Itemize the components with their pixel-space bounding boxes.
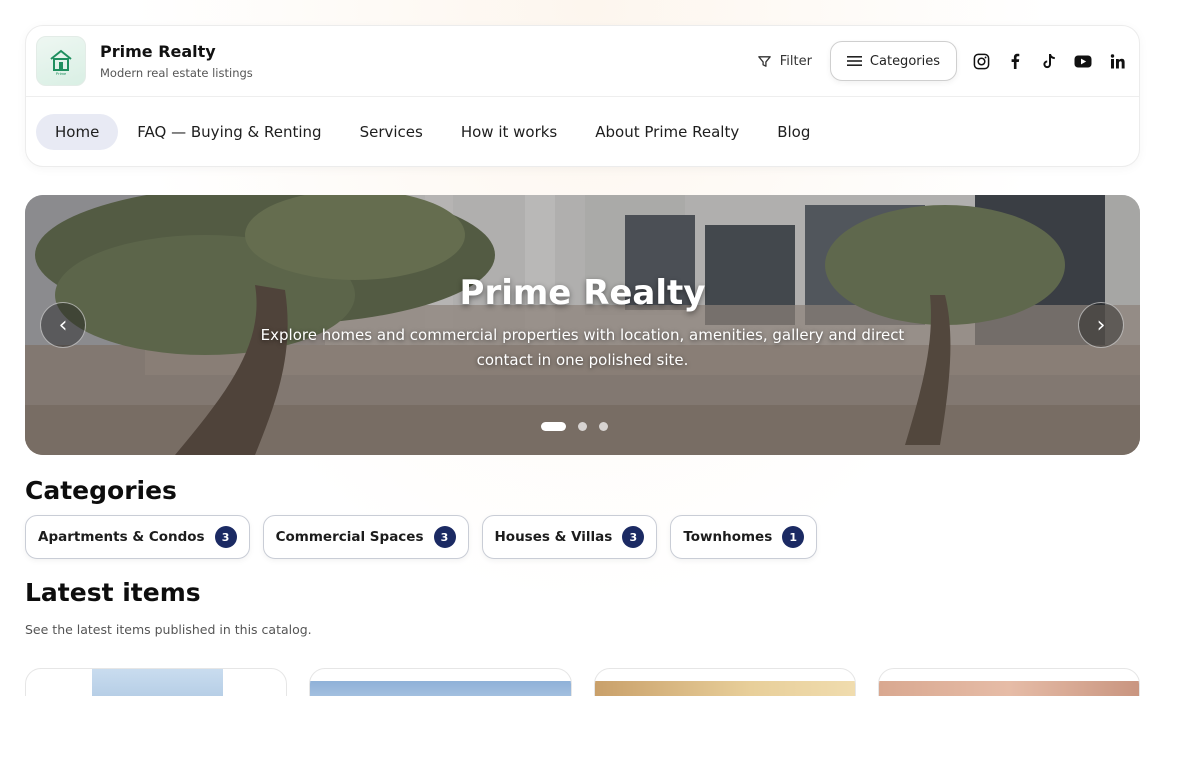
filter-button[interactable]: Filter: [747, 48, 822, 75]
item-card-image: [310, 681, 571, 696]
category-chip-label: Apartments & Condos: [38, 529, 205, 545]
category-chip-apartments[interactable]: Apartments & Condos 3: [25, 515, 250, 559]
item-card[interactable]: [309, 668, 572, 696]
item-card[interactable]: [877, 668, 1140, 696]
hero-title: Prime Realty: [459, 273, 706, 313]
item-card[interactable]: [593, 668, 856, 696]
carousel-dots: [541, 422, 608, 431]
categories-heading: Categories: [25, 476, 177, 505]
house-logo-icon: Prime: [50, 49, 72, 76]
facebook-icon[interactable]: [1005, 51, 1025, 71]
svg-text:Prime: Prime: [56, 71, 67, 76]
category-chip-label: Houses & Villas: [494, 529, 613, 545]
site-header: Prime Prime Realty Modern real estate li…: [25, 25, 1140, 167]
category-chip-townhomes[interactable]: Townhomes 1: [670, 515, 818, 559]
hero-carousel: Prime Realty Explore homes and commercia…: [25, 195, 1140, 455]
hero-subtitle: Explore homes and commercial properties …: [260, 326, 905, 369]
youtube-icon[interactable]: [1073, 51, 1093, 71]
social-links: [971, 51, 1127, 71]
linkedin-icon[interactable]: [1107, 51, 1127, 71]
count-badge: 3: [622, 526, 645, 548]
carousel-dot-2[interactable]: [578, 422, 587, 431]
latest-items-grid: [25, 668, 1140, 696]
item-card-image: [92, 669, 223, 696]
count-badge: 1: [782, 526, 805, 548]
brand-row: Prime Prime Realty Modern real estate li…: [26, 26, 1139, 97]
carousel-dot-1[interactable]: [541, 422, 566, 431]
brand-logo[interactable]: Prime: [36, 36, 86, 86]
nav-item-how-it-works[interactable]: How it works: [442, 114, 576, 150]
chevron-right-icon: ›: [1096, 312, 1106, 338]
brand-text: Prime Realty Modern real estate listings: [100, 42, 253, 80]
main-nav: Home FAQ — Buying & Renting Services How…: [26, 97, 1139, 167]
item-card[interactable]: [25, 668, 288, 696]
brand-name[interactable]: Prime Realty: [100, 42, 253, 61]
category-chip-label: Commercial Spaces: [275, 529, 424, 545]
category-chip-label: Townhomes: [683, 529, 773, 545]
carousel-prev-button[interactable]: ‹: [40, 302, 86, 348]
categories-button[interactable]: Categories: [829, 41, 957, 81]
tiktok-icon[interactable]: [1039, 51, 1059, 71]
nav-item-about[interactable]: About Prime Realty: [576, 114, 758, 150]
instagram-icon[interactable]: [971, 51, 991, 71]
header-tools: Filter Categories: [747, 41, 1129, 81]
item-card-image: [878, 681, 1139, 696]
filter-icon: [757, 55, 771, 67]
nav-item-faq[interactable]: FAQ — Buying & Renting: [118, 114, 340, 150]
categories-label: Categories: [869, 53, 940, 69]
nav-item-home[interactable]: Home: [36, 114, 119, 150]
category-chips: Apartments & Condos 3 Commercial Spaces …: [25, 515, 818, 559]
latest-subtitle: See the latest items published in this c…: [25, 622, 312, 637]
count-badge: 3: [214, 526, 237, 548]
latest-heading: Latest items: [25, 578, 201, 607]
menu-icon: [846, 56, 862, 66]
nav-item-blog[interactable]: Blog: [758, 114, 829, 150]
category-chip-houses[interactable]: Houses & Villas 3: [481, 515, 658, 559]
category-chip-commercial[interactable]: Commercial Spaces 3: [262, 515, 469, 559]
nav-item-services[interactable]: Services: [341, 114, 442, 150]
item-card-image: [594, 681, 855, 696]
filter-label: Filter: [779, 53, 812, 69]
carousel-next-button[interactable]: ›: [1078, 302, 1124, 348]
count-badge: 3: [433, 526, 456, 548]
chevron-left-icon: ‹: [58, 312, 68, 338]
brand-tagline: Modern real estate listings: [100, 66, 253, 80]
carousel-dot-3[interactable]: [599, 422, 608, 431]
